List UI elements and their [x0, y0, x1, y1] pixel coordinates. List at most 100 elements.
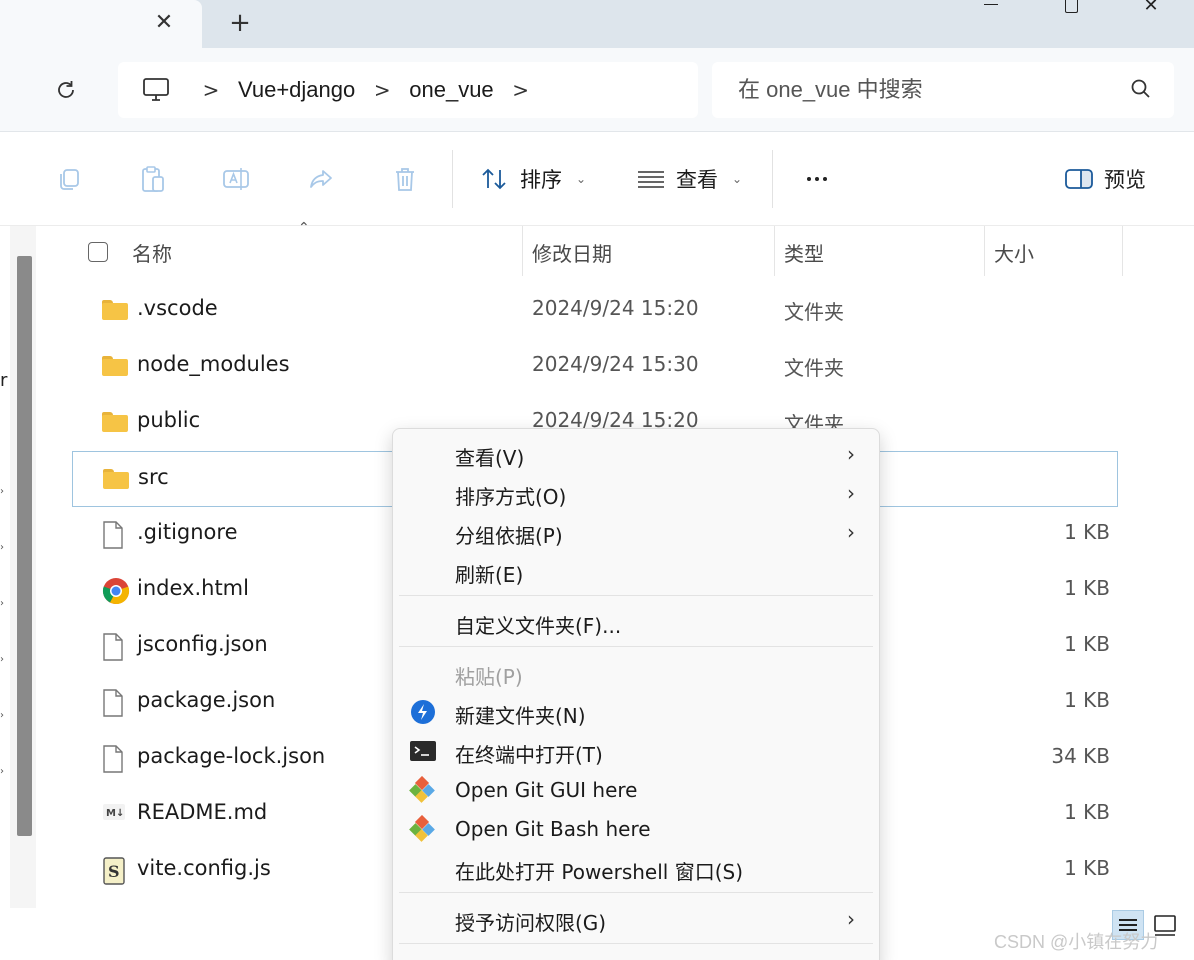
column-name[interactable]: 名称	[132, 238, 172, 267]
folder-icon	[103, 466, 131, 492]
file-row[interactable]: .vscode 2024/9/24 15:20 文件夹	[72, 283, 1118, 339]
menu-item-label: 自定义文件夹(F)...	[455, 614, 622, 638]
chevron-right-icon[interactable]: ›	[0, 654, 4, 665]
search-box[interactable]	[712, 62, 1174, 118]
this-pc-button[interactable]	[118, 77, 194, 103]
column-divider[interactable]	[984, 226, 985, 276]
file-size: 34 KB	[1051, 744, 1110, 768]
chevron-right-icon[interactable]: ›	[0, 766, 4, 777]
breadcrumb[interactable]: > Vue+django > one_vue >	[118, 62, 698, 118]
column-type[interactable]: 类型	[784, 238, 824, 267]
search-input[interactable]	[738, 77, 1128, 103]
column-date[interactable]: 修改日期	[532, 238, 612, 267]
breadcrumb-separator[interactable]: >	[194, 78, 228, 102]
column-divider[interactable]	[522, 226, 523, 276]
sort-button[interactable]: 排序 ⌄	[480, 160, 586, 198]
js-script-icon: S	[102, 857, 130, 885]
chevron-right-icon[interactable]: ›	[0, 598, 4, 609]
file-date: 2024/9/24 15:20	[532, 296, 699, 320]
chevron-right-icon[interactable]: ›	[0, 486, 4, 497]
share-button[interactable]	[304, 162, 338, 196]
close-window-button[interactable]: ✕	[1128, 0, 1174, 16]
minimize-button[interactable]	[968, 0, 1014, 16]
menu-item-refresh[interactable]: 刷新(E)	[397, 552, 875, 590]
chevron-right-icon[interactable]: ›	[0, 710, 4, 721]
select-all-checkbox[interactable]	[88, 242, 108, 262]
column-divider[interactable]	[774, 226, 775, 276]
maximize-icon	[1064, 0, 1078, 13]
view-lines-icon	[638, 171, 664, 188]
file-row[interactable]: node_modules 2024/9/24 15:30 文件夹	[72, 339, 1118, 395]
column-divider[interactable]	[1122, 226, 1123, 276]
breadcrumb-vue-django[interactable]: Vue+django	[228, 77, 365, 103]
menu-item-group-by[interactable]: 分组依据(P) ›	[397, 513, 875, 551]
menu-separator	[399, 892, 873, 893]
file-size: 1 KB	[1064, 856, 1110, 880]
rename-button[interactable]	[220, 162, 254, 196]
menu-item-paste[interactable]: 粘贴(P)	[397, 654, 875, 692]
menu-item-grant-access[interactable]: 授予访问权限(G) ›	[397, 900, 875, 938]
chevron-right-icon[interactable]: ›	[0, 542, 4, 553]
menu-item-label: 在终端中打开(T)	[455, 743, 603, 767]
chevron-down-icon: ⌄	[576, 172, 587, 186]
menu-item-label: 查看(V)	[455, 446, 525, 470]
more-dot-icon	[815, 177, 819, 181]
file-name: .vscode	[137, 296, 218, 320]
menu-item-git-gui[interactable]: Open Git GUI here	[397, 771, 875, 809]
column-header: ⌃ 名称 修改日期 类型 大小	[72, 220, 1123, 276]
menu-item-git-bash[interactable]: Open Git Bash here	[397, 810, 875, 848]
refresh-button[interactable]	[46, 70, 86, 110]
preview-label: 预览	[1104, 168, 1146, 192]
menu-separator	[399, 646, 873, 647]
menu-item-label: 在此处打开 Powershell 窗口(S)	[455, 860, 743, 884]
menu-item-open-powershell[interactable]: 在此处打开 Powershell 窗口(S)	[397, 849, 875, 887]
file-name: vite.config.js	[137, 856, 271, 880]
view-button[interactable]: 查看 ⌄	[636, 160, 742, 198]
more-options-button[interactable]	[800, 160, 834, 198]
menu-item-customize-folder[interactable]: 自定义文件夹(F)...	[397, 603, 875, 641]
view-label: 查看	[676, 168, 718, 192]
menu-item-view[interactable]: 查看(V) ›	[397, 435, 875, 473]
folder-icon	[102, 409, 130, 435]
menu-item-open-in-terminal[interactable]: 在终端中打开(T)	[397, 732, 875, 770]
file-name: README.md	[137, 800, 268, 824]
preview-pane-icon	[1065, 169, 1093, 189]
watermark: CSDN @小镇在努力	[994, 932, 1159, 952]
maximize-button[interactable]	[1048, 0, 1094, 16]
new-tab-button[interactable]: +	[222, 6, 258, 40]
breadcrumb-separator[interactable]: >	[365, 78, 399, 102]
nav-scrollbar-thumb[interactable]	[17, 256, 32, 836]
chevron-right-icon: ›	[847, 481, 855, 505]
delete-button[interactable]	[388, 162, 422, 196]
refresh-icon	[58, 81, 74, 98]
nav-pane-label-fragment: r	[0, 370, 8, 391]
tab-bar: ✕ + ✕	[0, 0, 1194, 48]
trash-icon	[396, 168, 414, 191]
computer-icon	[143, 78, 169, 101]
paste-icon	[142, 166, 164, 192]
chevron-right-icon: ›	[847, 442, 855, 466]
rename-icon	[223, 168, 249, 190]
file-icon	[102, 521, 130, 549]
menu-item-new-folder[interactable]: 新建文件夹(N)	[397, 693, 875, 731]
menu-item-label: 授予访问权限(G)	[455, 911, 607, 935]
chrome-icon	[102, 577, 130, 605]
command-bar: 排序 ⌄ 查看 ⌄ 预览	[0, 132, 1194, 226]
tab-close-icon[interactable]: ✕	[148, 6, 180, 38]
details-view-icon	[1119, 924, 1137, 926]
menu-item-label: Open Git Bash here	[455, 817, 651, 841]
copy-button[interactable]	[52, 162, 86, 196]
file-type: 文件夹	[784, 356, 844, 380]
menu-item-sort-by[interactable]: 排序方式(O) ›	[397, 474, 875, 512]
menu-item-label: 分组依据(P)	[455, 524, 563, 548]
breadcrumb-one-vue[interactable]: one_vue	[399, 77, 503, 103]
sort-label: 排序	[520, 168, 562, 192]
breadcrumb-separator[interactable]: >	[504, 78, 538, 102]
tab-active[interactable]: ✕	[0, 0, 202, 48]
preview-pane-button[interactable]: 预览	[1064, 160, 1146, 198]
file-name: public	[137, 408, 201, 432]
address-row: > Vue+django > one_vue >	[0, 48, 1194, 132]
column-size[interactable]: 大小	[994, 238, 1034, 267]
search-icon[interactable]	[1130, 78, 1152, 100]
paste-button[interactable]	[136, 162, 170, 196]
